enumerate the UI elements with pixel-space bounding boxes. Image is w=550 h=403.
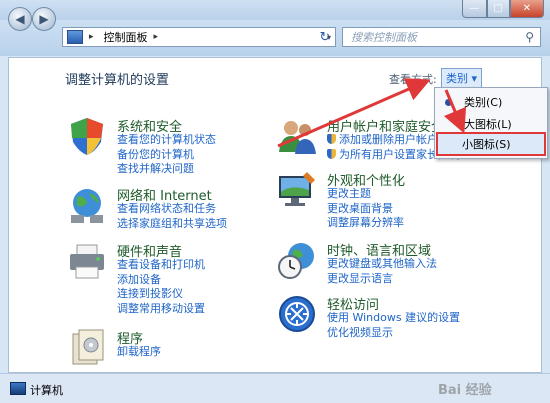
menu-item-large-icons[interactable]: 大图标(L) bbox=[437, 114, 543, 134]
close-button[interactable]: ✕ bbox=[509, 0, 544, 18]
category-link[interactable]: 查看设备和打印机 bbox=[117, 258, 205, 273]
watermark: Bai 经验 bbox=[438, 383, 492, 398]
category-link[interactable]: 更改显示语言 bbox=[327, 272, 437, 287]
category-link[interactable]: 使用 Windows 建议的设置 bbox=[327, 311, 460, 326]
uac-shield-icon bbox=[327, 148, 336, 159]
category-link[interactable]: 查找并解决问题 bbox=[117, 162, 216, 177]
maximize-button[interactable]: □ bbox=[486, 0, 510, 18]
users-icon bbox=[279, 121, 316, 154]
ease-of-access-icon bbox=[279, 296, 315, 332]
category-link[interactable]: 添加设备 bbox=[117, 273, 205, 288]
search-input[interactable]: 搜索控制面板 ⚲ bbox=[342, 27, 541, 47]
refresh-button[interactable]: ↻ bbox=[314, 27, 336, 47]
programs-icon bbox=[72, 329, 104, 365]
category-link[interactable]: 查看您的计算机状态 bbox=[117, 133, 216, 148]
network-globe-icon bbox=[71, 189, 103, 223]
forward-button[interactable]: ▶ bbox=[32, 7, 56, 31]
menu-item-small-icons[interactable]: 小图标(S) bbox=[436, 132, 546, 156]
search-placeholder: 搜索控制面板 bbox=[351, 31, 417, 44]
view-by-menu: 类别(C) 大图标(L) 小图标(S) bbox=[434, 87, 548, 159]
category-link[interactable]: 调整常用移动设置 bbox=[117, 302, 205, 317]
window-controls: — □ ✕ bbox=[462, 0, 544, 18]
menu-item-category[interactable]: 类别(C) bbox=[437, 92, 543, 112]
address-bar[interactable]: ▸ 控制面板 ▸ ▾ bbox=[62, 27, 336, 47]
uac-shield-icon bbox=[327, 134, 336, 144]
category-link[interactable]: 更改主题 bbox=[327, 187, 404, 202]
search-icon[interactable]: ⚲ bbox=[525, 30, 534, 44]
monitor-paint-icon bbox=[279, 172, 315, 206]
category-link[interactable]: 查看网络状态和任务 bbox=[117, 202, 227, 217]
chevron-right-icon[interactable]: ▸ bbox=[154, 32, 159, 42]
status-text: 计算机 bbox=[30, 384, 63, 397]
back-arrow-icon: ◀ bbox=[15, 12, 25, 26]
computer-icon bbox=[10, 382, 26, 395]
category-link[interactable]: 调整屏幕分辨率 bbox=[327, 216, 404, 231]
chevron-right-icon[interactable]: ▸ bbox=[89, 32, 94, 42]
title-bar: — □ ✕ bbox=[0, 0, 550, 20]
control-panel-icon bbox=[67, 30, 83, 44]
view-by-label: 查看方式: bbox=[389, 73, 437, 86]
radio-selected-icon bbox=[445, 98, 452, 106]
view-by-dropdown[interactable]: 类别 ▾ bbox=[441, 68, 483, 88]
forward-arrow-icon: ▶ bbox=[39, 12, 49, 26]
minimize-button[interactable]: — bbox=[462, 0, 487, 18]
category-link[interactable]: 备份您的计算机 bbox=[117, 148, 216, 163]
category-link[interactable]: 卸载程序 bbox=[117, 345, 161, 360]
printer-icon bbox=[70, 244, 104, 279]
shield-icon bbox=[71, 118, 103, 155]
category-link[interactable]: 优化视频显示 bbox=[327, 326, 460, 341]
category-link[interactable]: 更改桌面背景 bbox=[327, 202, 404, 217]
category-link[interactable]: 连接到投影仪 bbox=[117, 287, 205, 302]
category-link[interactable]: 更改键盘或其他输入法 bbox=[327, 257, 437, 272]
refresh-icon: ↻ bbox=[319, 29, 331, 45]
category-link[interactable]: 选择家庭组和共享选项 bbox=[117, 217, 227, 232]
page-title: 调整计算机的设置 bbox=[65, 73, 170, 88]
breadcrumb-control-panel[interactable]: 控制面板 bbox=[104, 29, 148, 45]
back-button[interactable]: ◀ bbox=[8, 7, 32, 31]
globe-clock-icon bbox=[278, 243, 314, 279]
